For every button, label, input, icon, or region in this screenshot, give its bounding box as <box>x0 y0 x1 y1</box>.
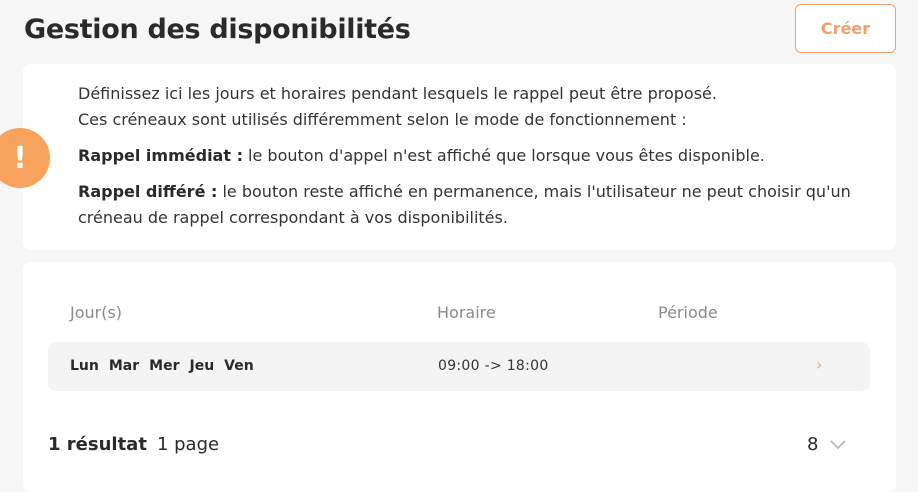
day-label: Lun <box>70 358 99 374</box>
info-line-1: Définissez ici les jours et horaires pen… <box>78 84 717 103</box>
row-days: Lun Mar Mer Jeu Ven <box>70 358 264 374</box>
column-header-period: Période <box>658 303 718 322</box>
page-title: Gestion des disponibilités <box>24 14 411 45</box>
info-deferred: Rappel différé : le bouton reste affiché… <box>78 179 878 231</box>
exclamation-icon: ! <box>0 128 50 188</box>
availability-table: Jour(s) Horaire Période Lun Mar Mer Jeu … <box>23 262 896 492</box>
row-hours: 09:00 -> 18:00 <box>438 358 549 374</box>
info-immediate: Rappel immédiat : le bouton d'appel n'es… <box>78 143 878 169</box>
page-count: 1 page <box>156 434 220 455</box>
page-size-value: 8 <box>807 434 819 455</box>
page-size-select[interactable]: 8 <box>807 434 847 455</box>
day-label: Jeu <box>189 358 215 374</box>
info-text: Définissez ici les jours et horaires pen… <box>78 81 878 231</box>
chevron-right-icon[interactable]: › <box>816 355 822 374</box>
create-button[interactable]: Créer <box>795 4 896 53</box>
column-header-days: Jour(s) <box>70 303 123 322</box>
table-row[interactable]: Lun Mar Mer Jeu Ven 09:00 -> 18:00 › <box>48 342 870 391</box>
day-label: Ven <box>224 358 254 374</box>
immediate-text: le bouton d'appel n'est affiché que lors… <box>242 146 765 165</box>
info-line-2: Ces créneaux sont utilisés différemment … <box>78 110 687 129</box>
chevron-down-icon <box>830 439 847 449</box>
column-header-hours: Horaire <box>437 303 496 322</box>
info-card: ! Définissez ici les jours et horaires p… <box>0 64 896 250</box>
pagination-summary: 1 résultat 1 page <box>48 434 219 455</box>
day-label: Mer <box>149 358 180 374</box>
deferred-label: Rappel différé : <box>78 182 218 201</box>
result-count: 1 résultat <box>48 434 147 455</box>
day-label: Mar <box>108 358 140 374</box>
immediate-label: Rappel immédiat : <box>78 146 243 165</box>
